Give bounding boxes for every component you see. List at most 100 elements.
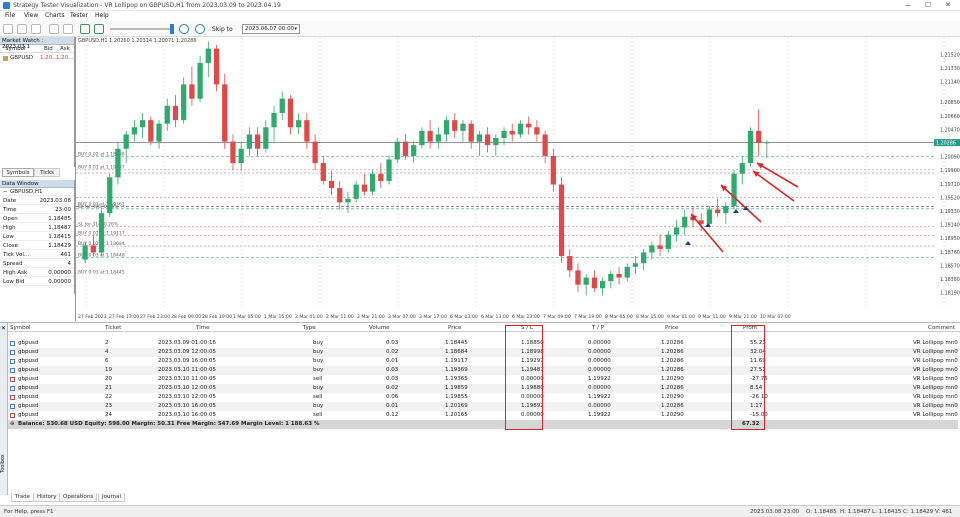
trade-symbol: gbpusd	[18, 376, 39, 382]
speed-slider-handle[interactable]	[170, 24, 174, 34]
trade-entry-marker	[685, 241, 691, 245]
menu-help[interactable]: Help	[95, 12, 109, 19]
col-comment[interactable]: Comment	[928, 325, 955, 331]
chart-type-icon[interactable]	[3, 24, 13, 34]
price-tick-label: 1.20850	[940, 100, 960, 106]
data-window-symbol-row: − GBPUSD,H1	[0, 188, 74, 196]
col-type[interactable]: Type	[303, 325, 316, 331]
col-volume[interactable]: Volume	[369, 325, 389, 331]
candle-body	[731, 173, 737, 206]
data-window-symbol: GBPUSD,H1	[10, 189, 43, 195]
market-watch-row[interactable]: GBPUSD 1.20... 1.20...	[0, 54, 74, 62]
status-help: For Help, press F1	[4, 509, 54, 515]
price-tick-label: 1.21330	[940, 66, 960, 72]
trade-tp: 0.00000	[588, 403, 611, 409]
time-tick-label: 7 Mar 09:00	[543, 314, 571, 320]
order-label: SL for 314, 0.26%	[78, 222, 119, 228]
trade-tp: 0.00000	[588, 340, 611, 346]
table-row[interactable]: gbpusd 22 2023.03.10 12:00:05 sell 0.06 1.198…	[8, 393, 958, 402]
maximize-button[interactable]: ☐	[918, 1, 938, 10]
trade-volume: 0.01	[386, 403, 399, 409]
minimize-button[interactable]: —	[898, 1, 918, 10]
trade-ticket: 23	[105, 403, 112, 409]
candle-body	[493, 138, 499, 146]
trade-current-price: 1.20286	[661, 340, 684, 346]
candle-body	[181, 84, 187, 121]
candle-body	[501, 130, 507, 139]
toolbox-sidebar[interactable]: Toolbox ✕	[0, 323, 8, 495]
tab-trade[interactable]: Trade	[11, 493, 35, 502]
menu-charts[interactable]: Charts	[45, 12, 65, 19]
col-symbol[interactable]: Symbol	[10, 325, 31, 331]
table-row[interactable]: gbpusd 21 2023.03.10 12:00:05 buy 0.02 1.1985…	[8, 384, 958, 393]
candle-body	[148, 120, 154, 142]
table-row[interactable]: gbpusd 4 2023.03.09 12:00:05 buy 0.02 1.18684…	[8, 348, 958, 357]
col-tp[interactable]: T / P	[592, 325, 604, 331]
data-window-value: 1.18487	[48, 225, 71, 231]
candle-body	[764, 142, 770, 144]
candle-body	[361, 184, 368, 192]
table-row[interactable]: gbpusd 2 2023.03.09 01:00:16 buy 0.03 1.18445…	[8, 339, 958, 348]
menu-file[interactable]: File	[5, 12, 15, 19]
zoom-out-icon[interactable]	[63, 24, 73, 34]
candle-body	[238, 148, 244, 164]
close-button[interactable]: ✕	[938, 1, 958, 10]
time-tick-label: 2 Mar 01:00	[295, 314, 323, 320]
table-row[interactable]: gbpusd 19 2023.03.10 11:00:05 buy 0.03 1.1936…	[8, 366, 958, 375]
col-ticket[interactable]: Ticket	[105, 325, 121, 331]
collapse-icon[interactable]: −	[3, 188, 8, 196]
zoom-in-icon[interactable]	[49, 24, 59, 34]
table-row[interactable]: gbpusd 24 2023.03.10 16:00:05 sell 0.12 1.201…	[8, 411, 958, 420]
row-bid: 1.20...	[40, 55, 58, 61]
table-row[interactable]: gbpusd 20 2023.03.10 11:00:05 sell 0.03 1.193…	[8, 375, 958, 384]
col-time[interactable]: Time	[196, 325, 209, 331]
calendar-dropdown-icon[interactable]: ▾	[294, 26, 297, 32]
col-price[interactable]: Price	[448, 325, 461, 331]
price-tick-label: 1.20470	[940, 127, 960, 133]
candle-body	[575, 270, 581, 285]
tab-history[interactable]: History	[33, 493, 61, 502]
col-current-price[interactable]: Price	[665, 325, 678, 331]
trade-price: 1.19365	[445, 376, 468, 382]
trade-comment: VR Lollipop mn0	[913, 340, 958, 346]
trade-volume: 0.03	[386, 340, 399, 346]
tab-symbols[interactable]: Symbols	[2, 168, 34, 177]
data-window-row: Spread 4	[0, 260, 74, 268]
candle-body	[723, 205, 729, 214]
trade-current-price: 1.20286	[661, 349, 684, 355]
step-icon[interactable]	[179, 24, 189, 34]
trade-type: buy	[313, 358, 324, 364]
candles-icon[interactable]	[17, 24, 27, 34]
menu-bar: File View Charts Tester Help	[0, 11, 960, 21]
trade-time: 2023.03.09 16:00:05	[158, 358, 216, 364]
candle-body	[213, 48, 220, 85]
candle-body	[616, 273, 622, 278]
candle-body	[254, 134, 261, 149]
tab-operations[interactable]: Operations	[59, 493, 98, 502]
skip-to-datetime[interactable]: 2023.06.07 00:00 ▾	[242, 24, 300, 34]
tab-journal[interactable]: Journal	[98, 493, 126, 502]
trade-type: sell	[313, 394, 323, 400]
speed-slider[interactable]	[110, 28, 172, 30]
candle-body	[427, 130, 433, 142]
data-window-row: Close 1.18429	[0, 242, 74, 250]
trade-current-price: 1.20286	[661, 358, 684, 364]
app-icon	[3, 2, 10, 9]
pause-icon[interactable]	[94, 24, 104, 34]
tab-ticks[interactable]: Ticks	[34, 168, 60, 177]
fast-forward-icon[interactable]	[195, 24, 205, 34]
table-row[interactable]: gbpusd 6 2023.03.09 16:00:05 buy 0.01 1.19117…	[8, 357, 958, 366]
price-chart[interactable]: BUY 0.03 at 1.18448BUY 0.02 at 1.18998BU…	[75, 37, 960, 321]
trade-time: 2023.03.09 12:00:05	[158, 349, 216, 355]
candle-body	[673, 227, 680, 235]
menu-view[interactable]: View	[24, 12, 38, 19]
data-window-panel: Data Window − GBPUSD,H1 Date 2023.03.08 Ti…	[0, 180, 75, 294]
candle-body	[246, 134, 253, 149]
chart-header: GBPUSD,H1 1.20260 1.20314 1.20071 1.2028…	[78, 38, 197, 44]
play-icon[interactable]	[80, 24, 90, 34]
line-chart-icon[interactable]	[31, 24, 41, 34]
menu-tester[interactable]: Tester	[70, 12, 88, 19]
candle-body	[460, 123, 466, 131]
table-row[interactable]: gbpusd 23 2023.03.10 16:00:05 buy 0.01 1.2016…	[8, 402, 958, 411]
close-toolbox-icon[interactable]: ✕	[1, 325, 6, 332]
